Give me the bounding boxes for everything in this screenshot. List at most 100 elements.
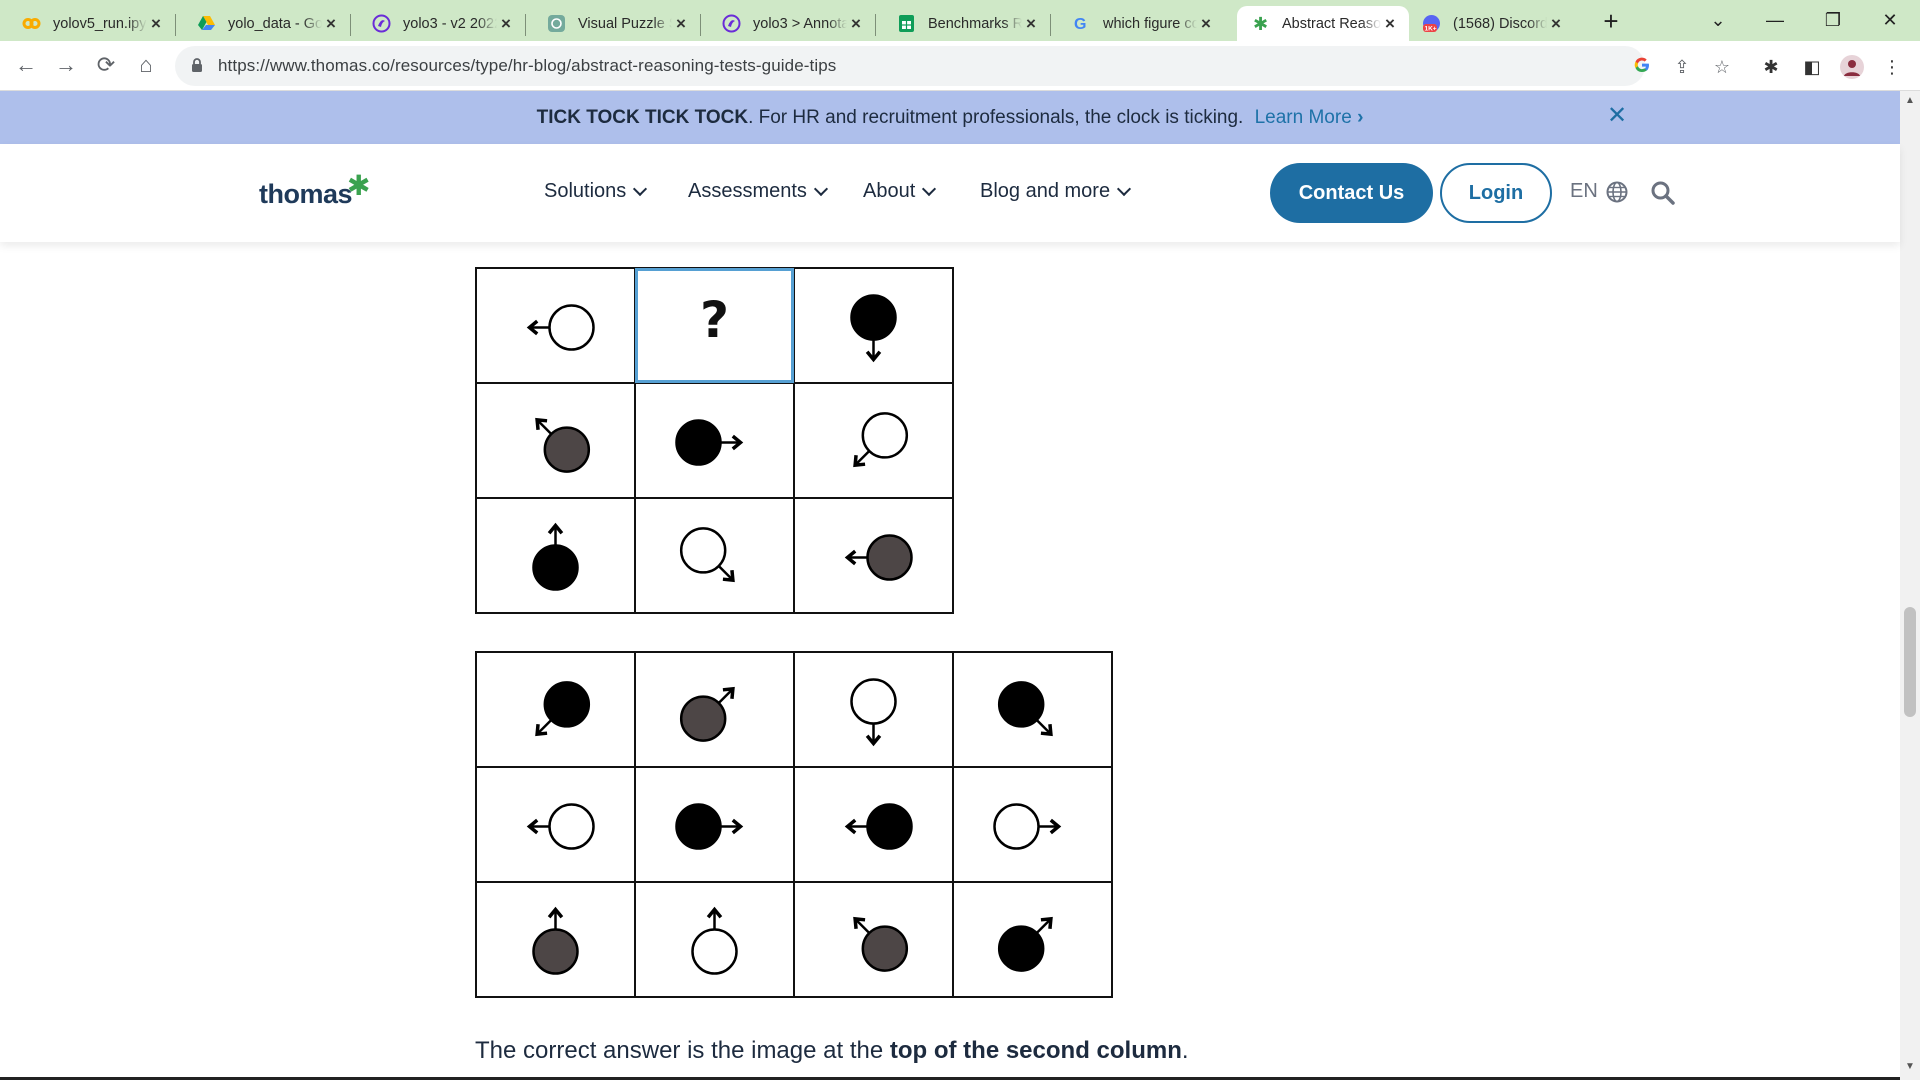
figure-cell [475,497,636,614]
learn-more-link[interactable]: Learn More › [1255,107,1364,128]
thomas-icon: ✱ [1251,14,1270,33]
tab-close-icon[interactable]: × [847,14,865,33]
tab-close-icon[interactable]: × [1197,14,1215,33]
sheets-icon [897,14,916,33]
minimize-button[interactable]: — [1755,4,1795,36]
figure-gray-circle-arrow-left [795,499,952,612]
extensions-puzzle-icon[interactable]: ✱ [1759,55,1783,79]
question-mark: ? [699,291,729,349]
chevron-down-icon [922,181,937,196]
figure-white-circle-arrow-up [636,883,793,996]
browser-tab[interactable]: yolo3 > Annotate× [700,6,875,41]
discord-icon: 1K+ [1422,14,1441,33]
home-icon[interactable]: ⌂ [130,49,162,81]
figure-gray-circle-arrow-up-left [795,883,952,996]
banner-close-icon[interactable]: ✕ [1605,104,1629,128]
tab-title: yolo3 > Annotate [753,15,847,32]
chevron-down-icon [633,181,648,196]
figure-cell [475,267,636,384]
new-tab-button[interactable]: + [1597,8,1625,36]
chevron-down-icon [1117,181,1132,196]
globe-icon [1606,181,1628,202]
tab-title: yolo_data - Google Drive [228,15,322,32]
announcement-banner: TICK TOCK TICK TOCK. For HR and recruitm… [0,91,1900,144]
figure-cell [475,651,636,768]
tab-title: yolo3 - v2 2022 [403,15,497,32]
browser-tab[interactable]: Visual Puzzle Solver× [525,6,700,41]
tab-close-icon[interactable]: × [1022,14,1040,33]
figure-white-circle-arrow-down-right [636,499,793,612]
figure-cell [793,267,954,384]
scroll-down-arrow-icon[interactable]: ▼ [1904,1061,1916,1073]
figure-white-circle-arrow-left [477,269,634,382]
tab-close-icon[interactable]: × [322,14,340,33]
share-icon[interactable]: ⇪ [1670,55,1694,79]
scroll-thumb[interactable] [1904,607,1916,717]
nav-blog-and-more[interactable]: Blog and more [980,180,1132,203]
chevron-right-icon: › [1357,107,1364,128]
figure-gray-circle-arrow-up-left [477,384,634,497]
tab-close-icon[interactable]: × [1547,14,1565,33]
back-button[interactable]: ← [10,49,42,81]
roboflow-icon [372,14,391,33]
figure-white-circle-arrow-left [477,768,634,881]
svg-text:G: G [1074,16,1086,33]
nav-assessments[interactable]: Assessments [688,180,829,203]
roboflow-icon [722,14,741,33]
tab-close-icon[interactable]: × [1381,14,1399,33]
tab-close-icon[interactable]: × [672,14,690,33]
figure-cell [475,766,636,883]
address-bar[interactable]: https://www.thomas.co/resources/type/hr-… [175,46,1730,86]
figure-cell [793,766,954,883]
language-selector[interactable]: EN [1570,180,1628,203]
logo-star-icon: ✱ [347,170,370,201]
figure-gray-circle-arrow-up-right [636,653,793,766]
page-scrollbar[interactable]: ▲ ▼ [1900,91,1920,1080]
tab-search-icon[interactable]: ⌄ [1698,4,1738,36]
tab-title: (1568) Discord [1453,15,1547,32]
browser-menu-icon[interactable]: ⋮ [1880,55,1904,79]
login-button[interactable]: Login [1440,163,1552,223]
contact-us-button[interactable]: Contact Us [1270,163,1433,223]
search-icon[interactable] [1650,180,1676,206]
browser-tab[interactable]: yolo3 - v2 2022 × [350,6,525,41]
chatgpt-icon [547,14,566,33]
figure-cell [634,497,795,614]
scroll-up-arrow-icon[interactable]: ▲ [1904,95,1916,107]
bookmark-star-icon[interactable]: ☆ [1710,55,1734,79]
forward-button[interactable]: → [50,49,82,81]
browser-tab[interactable]: yolov5_run.ipynb× [0,6,175,41]
tab-title: Benchmarks Results [928,15,1022,32]
side-panel-icon[interactable]: ◧ [1800,55,1824,79]
figure-black-circle-arrow-right [636,384,793,497]
restore-button[interactable]: ❐ [1813,4,1853,36]
figure-black-circle-arrow-down [795,269,952,382]
answer-position: top of the second column [889,1037,1182,1064]
missing-figure-cell: ? [634,267,795,384]
tab-close-icon[interactable]: × [497,14,515,33]
browser-tab[interactable]: Gwhich figure completes× [1050,6,1225,41]
figure-white-circle-arrow-down-left [795,384,952,497]
figure-cell [952,651,1113,768]
close-window-button[interactable]: ✕ [1870,4,1910,36]
figure-cell [793,881,954,998]
browser-tab[interactable]: Benchmarks Results× [875,6,1050,41]
figure-cell [634,382,795,499]
browser-tab[interactable]: 1K+ (1568) Discord × [1400,6,1575,41]
url-text: https://www.thomas.co/resources/type/hr-… [218,56,837,75]
browser-tab[interactable]: ✱ Abstract Reasoning× [1237,6,1409,41]
figure-cell [475,881,636,998]
thomas-logo[interactable]: thomas ✱ [259,170,370,210]
nav-about[interactable]: About [863,180,937,203]
lock-icon[interactable] [191,58,203,78]
nav-solutions[interactable]: Solutions [544,180,648,203]
banner-body: . For HR and recruitment professionals, … [748,107,1244,128]
profile-avatar[interactable] [1840,55,1864,79]
tab-close-icon[interactable]: × [147,14,165,33]
reload-button[interactable]: ⟳ [90,49,122,81]
google-icon: G [1072,14,1091,33]
browser-tab[interactable]: yolo_data - Google Drive× [175,6,350,41]
article-content: ? The correct answer is the image at the… [0,242,1900,1080]
chevron-down-icon [813,181,829,196]
google-translate-icon[interactable] [1630,55,1654,79]
